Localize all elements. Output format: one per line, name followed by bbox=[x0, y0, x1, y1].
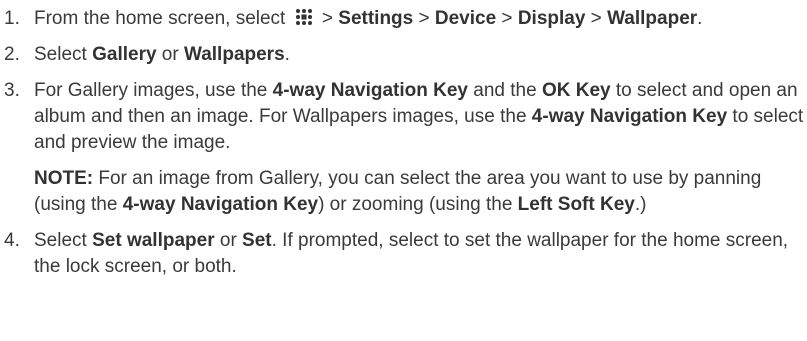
step-text: Select Gallery or Wallpapers. bbox=[34, 42, 804, 68]
text-run: From the home screen, select bbox=[34, 8, 291, 29]
set-term: Set bbox=[242, 230, 272, 251]
ok-key-term: OK Key bbox=[541, 80, 611, 101]
step-1: 1. From the home screen, select > Settin… bbox=[4, 6, 804, 32]
text-run: or bbox=[214, 230, 243, 251]
text-run: For Gallery images, use the bbox=[34, 80, 273, 101]
display-term: Display bbox=[517, 8, 586, 29]
set-wallpaper-term: Set wallpaper bbox=[92, 230, 215, 251]
step-2: 2. Select Gallery or Wallpapers. bbox=[4, 42, 804, 68]
text-run: > bbox=[316, 8, 339, 29]
instruction-list: 1. From the home screen, select > Settin… bbox=[4, 6, 804, 290]
step-number: 3. bbox=[4, 80, 20, 101]
left-soft-key-term: Left Soft Key bbox=[517, 194, 635, 215]
step-text: From the home screen, select > Settings … bbox=[34, 6, 804, 32]
text-run: or bbox=[156, 44, 184, 65]
step-3: 3. For Gallery images, use the 4-way Nav… bbox=[4, 78, 804, 218]
wallpaper-term: Wallpaper bbox=[607, 8, 698, 29]
step-number: 4. bbox=[4, 230, 20, 251]
step-text: Select Set wallpaper or Set. If prompted… bbox=[34, 228, 804, 280]
step-main-text: For Gallery images, use the 4-way Naviga… bbox=[34, 78, 804, 156]
text-run: . bbox=[284, 44, 290, 65]
device-term: Device bbox=[434, 8, 497, 29]
text-run: > bbox=[413, 8, 435, 29]
text-run: Select bbox=[34, 44, 93, 65]
text-run: Select bbox=[34, 230, 93, 251]
navigation-key-term: 4-way Navigation Key bbox=[531, 106, 728, 127]
navigation-key-term: 4-way Navigation Key bbox=[122, 194, 319, 215]
step-text: For Gallery images, use the 4-way Naviga… bbox=[34, 78, 804, 218]
note-label: NOTE: bbox=[34, 168, 94, 189]
step-number: 2. bbox=[4, 44, 20, 65]
step-4: 4. Select Set wallpaper or Set. If promp… bbox=[4, 228, 804, 280]
step-number: 1. bbox=[4, 8, 20, 29]
text-run: > bbox=[585, 8, 608, 29]
apps-grid-icon bbox=[295, 9, 312, 25]
text-run: > bbox=[496, 8, 518, 29]
text-run: ) or zooming (using the bbox=[318, 194, 518, 215]
settings-term: Settings bbox=[338, 8, 414, 29]
gallery-term: Gallery bbox=[92, 44, 157, 65]
text-run: and the bbox=[468, 80, 542, 101]
wallpapers-term: Wallpapers bbox=[183, 44, 285, 65]
text-run: .) bbox=[634, 194, 647, 215]
note: NOTE: For an image from Gallery, you can… bbox=[34, 166, 804, 218]
text-run: . bbox=[697, 8, 703, 29]
navigation-key-term: 4-way Navigation Key bbox=[272, 80, 468, 101]
